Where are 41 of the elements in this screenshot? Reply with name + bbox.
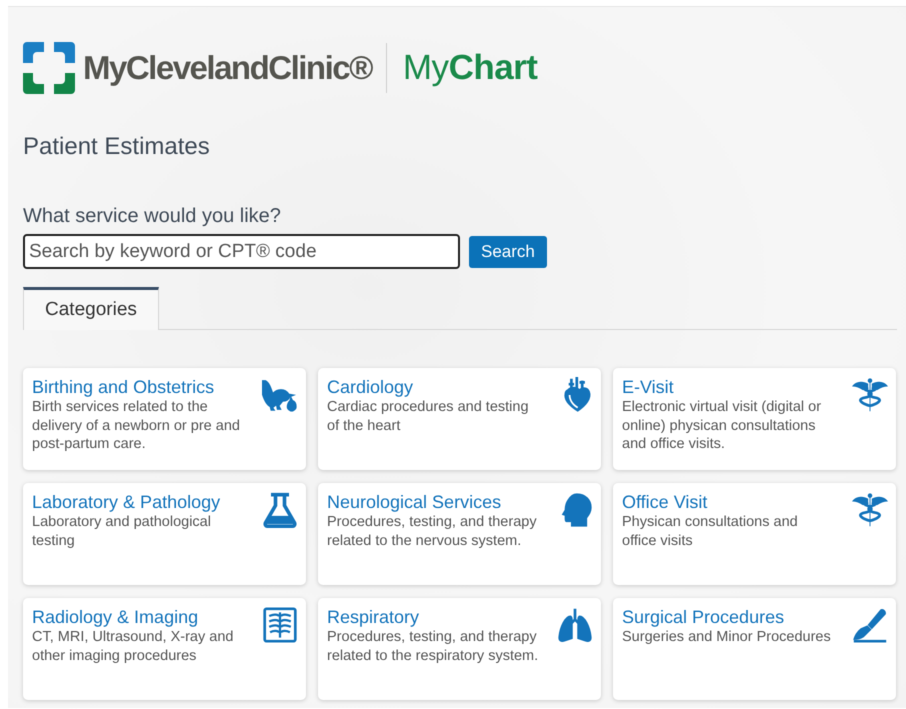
logo-icon [23, 42, 75, 94]
category-card[interactable]: Surgical Procedures Surgeries and Minor Procedures [613, 598, 896, 700]
category-link[interactable]: Birthing and Obstetrics [32, 377, 214, 398]
product-name: MyChart [402, 48, 538, 88]
category-link[interactable]: Laboratory & Pathology [32, 492, 220, 513]
caduceus-icon [852, 377, 888, 413]
category-description: Procedures, testing, and therapy related to the respiratory system. [327, 628, 539, 665]
category-card[interactable]: Respiratory Procedures, testing, and therapy related to the respiratory system. [318, 598, 601, 700]
caduceus-icon [852, 492, 888, 528]
category-description: Procedures, testing, and therapy related to the nervous system. [327, 513, 538, 550]
category-card[interactable]: Birthing and Obstetrics Birth services related to the delivery of a newborn or pre and post-partum care. [23, 368, 306, 470]
category-link[interactable]: Office Visit [622, 492, 708, 513]
lungs-icon [557, 607, 593, 643]
categories-tab[interactable]: Categories [23, 287, 159, 330]
scalpel-icon [852, 607, 888, 643]
category-description: Physican consultations and office visits [622, 513, 799, 550]
category-card[interactable]: Neurological Services Procedures, testing, and therapy related to the nervous system. [318, 483, 601, 585]
category-description: Cardiac procedures and testing of the heart [327, 398, 530, 435]
category-description: CT, MRI, Ultrasound, X-ray and other imaging procedures [32, 628, 234, 665]
flask-icon [262, 492, 298, 528]
category-card[interactable]: E-Visit Electronic virtual visit (digital or online) physican consultations and office visits. [613, 368, 896, 470]
search-field[interactable]: Search by keyword or CPT® code [23, 234, 460, 269]
category-link[interactable]: Surgical Procedures [622, 607, 784, 628]
category-card[interactable]: Office Visit Physican consultations and office visits [613, 483, 896, 585]
brand-name: MyClevelandClinic® [83, 49, 372, 87]
search-label: What service would you like? [23, 204, 282, 228]
category-link[interactable]: Cardiology [327, 377, 414, 398]
category-link[interactable]: E-Visit [622, 377, 674, 398]
category-card[interactable]: Radiology & Imaging CT, MRI, Ultrasound, X-ray and other imaging procedures [23, 598, 306, 700]
category-description: Birth services related to the delivery of a newborn or pre and post-partum care. [32, 398, 241, 454]
category-description: Laboratory and pathological testing [32, 513, 212, 550]
category-card[interactable]: Cardiology Cardiac procedures and testing of the heart [318, 368, 601, 470]
page-title: Patient Estimates [23, 132, 211, 162]
category-link[interactable]: Respiratory [327, 607, 420, 628]
category-link[interactable]: Neurological Services [327, 492, 502, 513]
search-button[interactable]: Search [469, 236, 547, 268]
category-link[interactable]: Radiology & Imaging [32, 607, 198, 628]
category-card[interactable]: Laboratory & Pathology Laboratory and pathological testing [23, 483, 306, 585]
category-description: Surgeries and Minor Procedures [622, 628, 831, 646]
category-description: Electronic virtual visit (digital or online) physican consultations and office visits. [622, 398, 822, 454]
ribcage-icon [262, 607, 298, 643]
